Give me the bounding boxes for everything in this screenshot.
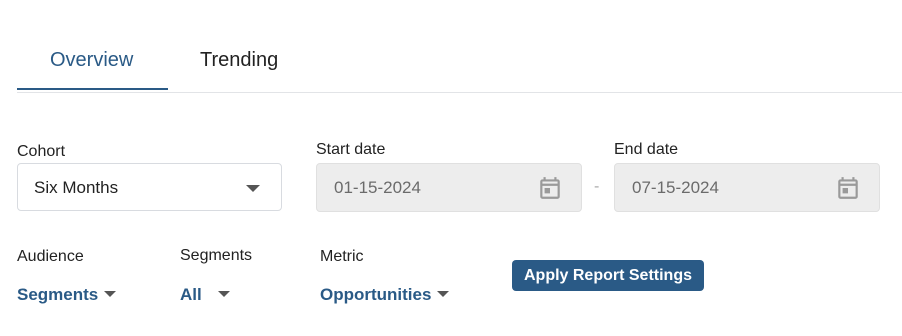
tab-trending[interactable]: Trending: [200, 48, 278, 72]
audience-label: Audience: [17, 248, 84, 265]
cohort-label: Cohort: [17, 143, 66, 160]
end-date-label: End date: [614, 141, 679, 158]
end-date-input[interactable]: 07-15-2024: [614, 163, 880, 212]
metric-dropdown-value: Opportunities: [320, 285, 432, 304]
segments-label: Segments: [180, 247, 253, 264]
segments-dropdown-value: All: [180, 285, 202, 304]
chevron-down-icon: [104, 291, 117, 298]
chevron-down-icon: [217, 291, 230, 298]
metric-label: Metric: [320, 248, 364, 265]
calendar-icon[interactable]: [537, 175, 563, 201]
audience-dropdown-value: Segments: [17, 285, 99, 304]
cohort-select[interactable]: Six Months: [17, 163, 282, 211]
start-date-label: Start date: [316, 141, 386, 158]
audience-dropdown[interactable]: Segments: [17, 284, 117, 306]
start-date-input[interactable]: 01-15-2024: [316, 163, 582, 212]
chevron-down-icon: [437, 291, 450, 298]
chevron-down-icon: [246, 185, 260, 192]
metric-dropdown[interactable]: Opportunities: [320, 284, 450, 306]
segments-dropdown[interactable]: All: [180, 284, 230, 306]
calendar-icon[interactable]: [835, 175, 861, 201]
tab-overview[interactable]: Overview: [50, 48, 133, 72]
apply-report-settings-button[interactable]: Apply Report Settings: [512, 260, 704, 291]
date-range-separator: -: [594, 178, 600, 195]
cohort-select-value: Six Months: [34, 178, 119, 197]
active-tab-indicator: [17, 88, 168, 90]
start-date-value: 01-15-2024: [334, 178, 421, 197]
tab-bar: Overview Trending: [17, 36, 902, 93]
end-date-value: 07-15-2024: [632, 178, 719, 197]
report-settings-panel: Overview Trending Cohort Six Months Star…: [0, 0, 902, 336]
